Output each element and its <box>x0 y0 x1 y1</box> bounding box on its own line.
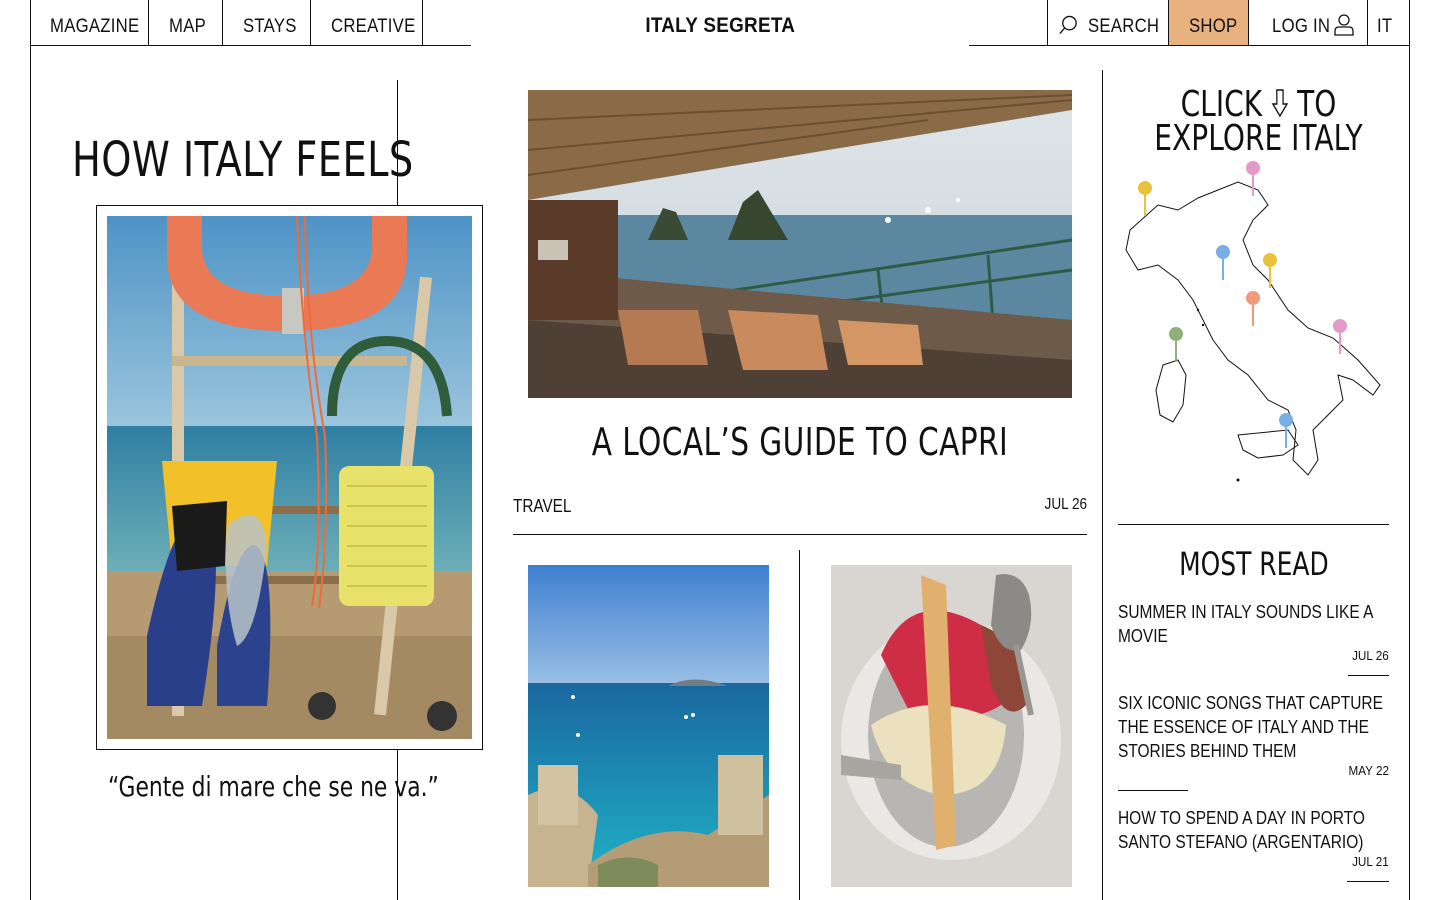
divider <box>1347 881 1389 882</box>
most-read-date: JUL 21 <box>1352 854 1389 869</box>
nav-label: Map <box>169 16 207 37</box>
map-pin[interactable] <box>1169 327 1183 362</box>
shop-label: SHOP <box>1189 16 1238 37</box>
search-button[interactable]: SEARCH <box>1047 0 1169 45</box>
map-pin[interactable] <box>1216 245 1230 280</box>
divider <box>1348 675 1389 676</box>
most-read-title: SUMMER IN ITALY SOUNDS LIKE A MOVIE <box>1118 602 1373 646</box>
nav-item-magazine[interactable]: Magazine <box>30 0 149 45</box>
brand-logo[interactable]: ITALY SEGRETA <box>645 14 795 38</box>
utility-nav: SEARCH SHOP LOG IN IT <box>969 0 1410 46</box>
article-title[interactable]: A LOCAL’S GUIDE TO CAPRI <box>513 420 1087 464</box>
nav-item-creative[interactable]: Creative <box>311 0 423 45</box>
language-toggle[interactable]: IT <box>1367 0 1410 45</box>
most-read-date: JUL 26 <box>1352 648 1389 663</box>
most-read-item[interactable]: HOW TO SPEND A DAY IN PORTO SANTO STEFAN… <box>1118 806 1389 882</box>
most-read-heading: MOST READ <box>1178 545 1329 583</box>
italy-map[interactable] <box>1118 160 1388 490</box>
most-read-title: SIX ICONIC SONGS THAT CAPTURE THE ESSENC… <box>1118 693 1383 761</box>
primary-nav: Magazine Map Stays Creative <box>30 0 471 46</box>
article-category[interactable]: TRAVEL <box>513 496 571 517</box>
divider <box>1118 524 1389 525</box>
login-label: LOG IN <box>1272 16 1331 37</box>
gelato-photo[interactable] <box>831 565 1072 887</box>
language-label: IT <box>1377 16 1393 37</box>
feature-photo-frame[interactable] <box>96 205 483 750</box>
most-read-item[interactable]: SUMMER IN ITALY SOUNDS LIKE A MOVIE JUL … <box>1118 600 1389 676</box>
capri-terrace-photo[interactable] <box>528 90 1072 398</box>
article-date: JUL 26 <box>1044 496 1087 513</box>
arrow-down-icon <box>1271 89 1288 118</box>
shop-button[interactable]: SHOP <box>1168 0 1248 45</box>
nav-label: Magazine <box>50 16 140 37</box>
nav-item-map[interactable]: Map <box>149 0 223 45</box>
map-pin[interactable] <box>1138 181 1152 216</box>
search-label: SEARCH <box>1088 16 1160 37</box>
nav-item-stays[interactable]: Stays <box>223 0 311 45</box>
most-read-date: MAY 22 <box>1348 763 1389 778</box>
search-icon <box>1059 15 1077 35</box>
login-button[interactable]: LOG IN <box>1248 0 1368 45</box>
nav-label: Stays <box>243 16 297 37</box>
map-pin[interactable] <box>1263 253 1277 288</box>
most-read-title: HOW TO SPEND A DAY IN PORTO SANTO STEFAN… <box>1118 808 1365 852</box>
divider <box>1118 790 1188 791</box>
beach-lifeguard-photo <box>107 216 472 739</box>
divider <box>799 550 800 900</box>
divider <box>1102 70 1103 900</box>
map-pin[interactable] <box>1246 291 1260 326</box>
section-title[interactable]: HOW ITALY FEELS <box>72 132 499 188</box>
turquoise-sea-photo[interactable] <box>528 565 769 887</box>
feature-quote: “Gente di mare che se ne va.” <box>108 770 439 803</box>
nav-label: Creative <box>331 16 416 37</box>
divider <box>513 534 1087 535</box>
user-icon <box>1334 14 1354 36</box>
most-read-item[interactable]: SIX ICONIC SONGS THAT CAPTURE THE ESSENC… <box>1118 691 1389 791</box>
explore-map-heading[interactable]: CLICK TO EXPLORE ITALY <box>1118 87 1399 157</box>
